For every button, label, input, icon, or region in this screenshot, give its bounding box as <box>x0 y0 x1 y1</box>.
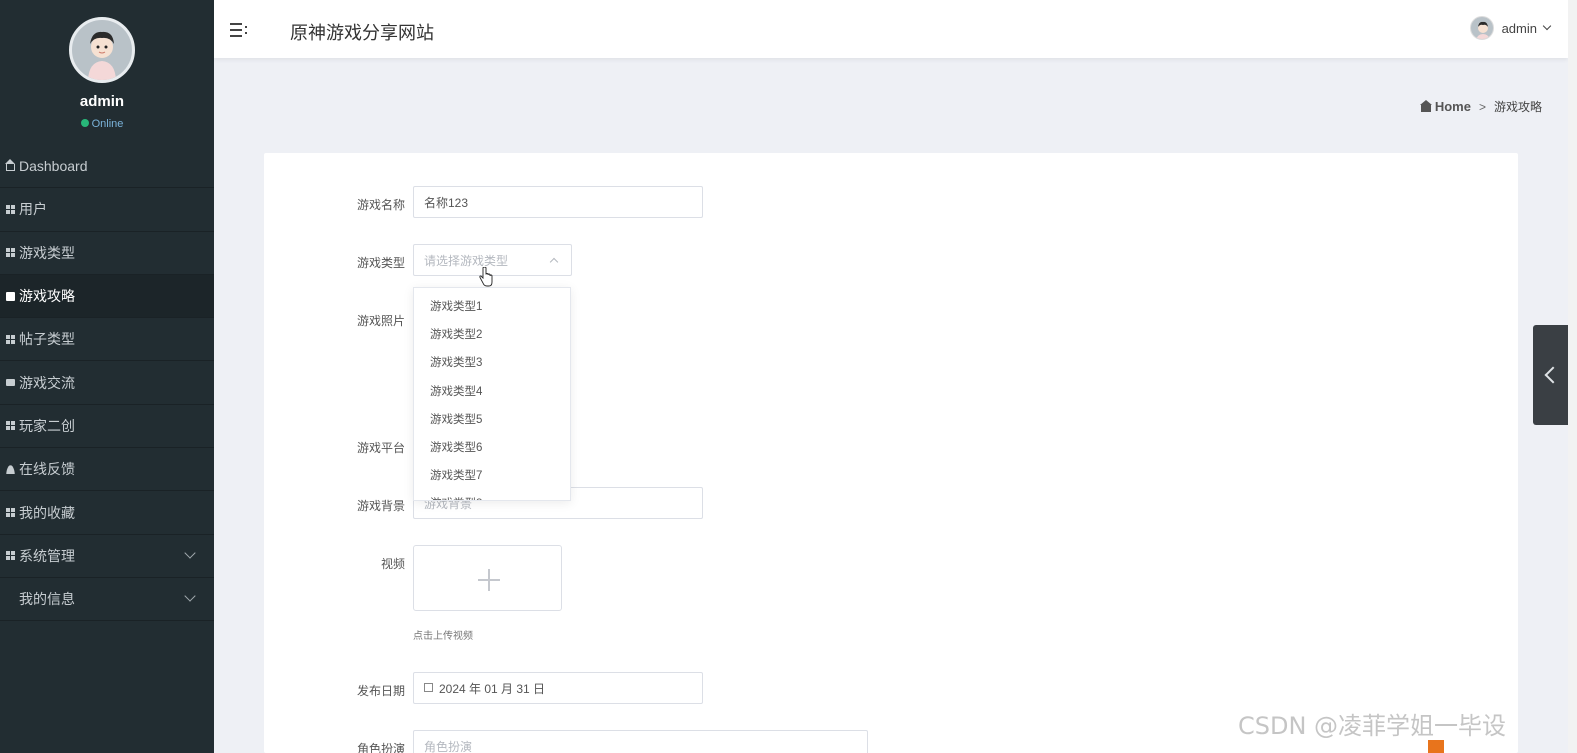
role-play-label: 角色扮演 <box>356 742 405 753</box>
sidebar-item-label: 帖子类型 <box>19 331 75 348</box>
grid-icon <box>6 204 15 214</box>
sidebar-item-post-types[interactable]: 帖子类型 <box>0 318 214 362</box>
sidebar-item-feedback[interactable]: 在线反馈 <box>0 448 214 492</box>
user-menu[interactable]: admin <box>1469 16 1552 40</box>
user-menu-name: admin <box>1501 20 1537 36</box>
side-panel-toggle[interactable] <box>1533 325 1568 425</box>
sidebar-item-favorites[interactable]: 我的收藏 <box>0 491 214 535</box>
sidebar-menu: Dashboard 用户 游戏类型 游戏攻略 帖子类型 游戏交流 玩家二创 在线… <box>0 145 279 753</box>
sidebar-item-game-guides[interactable]: 游戏攻略 <box>0 274 214 319</box>
profile-username: admin <box>79 93 125 110</box>
person-icon <box>6 464 15 474</box>
box-icon <box>6 379 15 387</box>
video-label: 视频 <box>380 557 405 571</box>
menu-toggle-icon[interactable] <box>230 21 248 37</box>
ime-toolbar <box>1428 740 1568 753</box>
dropdown-option[interactable]: 游戏类型7 <box>414 462 570 490</box>
grid-icon <box>6 248 15 258</box>
sidebar-item-label: 游戏攻略 <box>19 288 75 305</box>
game-name-label: 游戏名称 <box>356 198 405 212</box>
publish-date-value: 2024 年 01 月 31 日 <box>439 681 546 696</box>
sidebar-item-label: 我的收藏 <box>19 504 75 521</box>
grid-icon <box>6 334 15 344</box>
game-name-input[interactable]: 名称123 <box>413 186 703 218</box>
sidebar-item-label: 用户 <box>19 201 47 218</box>
game-type-placeholder: 请选择游戏类型 <box>424 253 509 268</box>
status-dot-icon <box>80 119 89 127</box>
sidebar-item-label: 在线反馈 <box>19 461 75 478</box>
home-icon <box>5 158 15 171</box>
sidebar-item-label: 游戏交流 <box>19 374 75 391</box>
sidebar-item-my-info[interactable]: 我的信息 <box>0 578 279 753</box>
publish-date-label: 发布日期 <box>356 684 405 698</box>
breadcrumb-home[interactable]: Home <box>1435 99 1471 114</box>
game-type-dropdown: 游戏类型1 游戏类型2 游戏类型3 游戏类型4 游戏类型5 游戏类型6 游戏类型… <box>413 287 571 501</box>
breadcrumb-separator: > <box>1478 99 1486 114</box>
dropdown-option[interactable]: 游戏类型3 <box>414 349 570 377</box>
avatar <box>1469 16 1494 40</box>
chevron-down-icon <box>1542 21 1552 31</box>
grid-icon <box>6 508 15 518</box>
online-status: Online <box>0 118 204 130</box>
dropdown-option[interactable]: 游戏类型4 <box>414 378 570 406</box>
sidebar-item-label: Dashboard <box>19 158 88 175</box>
sidebar-item-game-types[interactable]: 游戏类型 <box>0 232 214 275</box>
sidebar-item-label: 玩家二创 <box>19 417 75 434</box>
calendar-icon <box>424 682 433 692</box>
sidebar-item-label: 系统管理 <box>19 547 75 564</box>
dropdown-option[interactable]: 游戏类型6 <box>414 434 570 462</box>
site-title: 原神游戏分享网站 <box>290 23 434 43</box>
sidebar-item-label: 游戏类型 <box>19 244 75 261</box>
top-header: 原神游戏分享网站 admin <box>214 0 1568 58</box>
grid-icon <box>6 421 15 431</box>
game-background-label: 游戏背景 <box>356 499 405 513</box>
game-photo-label: 游戏照片 <box>356 314 405 328</box>
sidebar: admin Online Dashboard 用户 游戏类型 游戏攻略 帖子类型… <box>0 0 279 753</box>
sidebar-item-dashboard[interactable]: Dashboard <box>0 145 214 189</box>
hand-cursor-icon <box>479 267 493 287</box>
sidebar-item-system-management[interactable]: 系统管理 <box>0 535 214 578</box>
chevron-down-icon <box>184 590 196 602</box>
dropdown-option[interactable]: 游戏类型1 <box>414 293 570 321</box>
status-text: Online <box>91 118 124 130</box>
game-platform-label: 游戏平台 <box>356 441 405 455</box>
watermark: CSDN @凌菲学姐一毕设 <box>1238 712 1507 740</box>
publish-date-input[interactable]: 2024 年 01 月 31 日 <box>413 672 703 704</box>
avatar <box>69 17 135 83</box>
video-upload-box[interactable] <box>413 545 562 611</box>
chevron-up-icon <box>549 257 559 267</box>
dropdown-option[interactable]: 游戏类型2 <box>414 321 570 349</box>
sidebar-item-users[interactable]: 用户 <box>0 188 214 232</box>
chevron-down-icon <box>184 547 196 559</box>
chevron-left-icon <box>1544 366 1562 384</box>
book-icon <box>6 291 15 301</box>
game-type-label: 游戏类型 <box>356 256 405 270</box>
sidebar-item-game-forum[interactable]: 游戏交流 <box>0 361 214 405</box>
role-play-input[interactable]: 角色扮演 <box>413 730 868 753</box>
dropdown-option[interactable]: 游戏类型5 <box>414 406 570 434</box>
home-icon <box>1419 100 1432 112</box>
sidebar-item-fan-creations[interactable]: 玩家二创 <box>0 405 214 449</box>
user-profile-panel: admin Online <box>0 0 214 150</box>
dropdown-option[interactable]: 游戏类型8 <box>414 490 570 500</box>
grid-icon <box>6 551 15 561</box>
video-upload-hint: 点击上传视频 <box>413 631 473 642</box>
scrollbar-track[interactable] <box>1568 0 1577 753</box>
breadcrumb-current: 游戏攻略 <box>1493 100 1542 114</box>
breadcrumb: Home > 游戏攻略 <box>1419 98 1542 115</box>
sidebar-item-label: 我的信息 <box>19 591 75 608</box>
